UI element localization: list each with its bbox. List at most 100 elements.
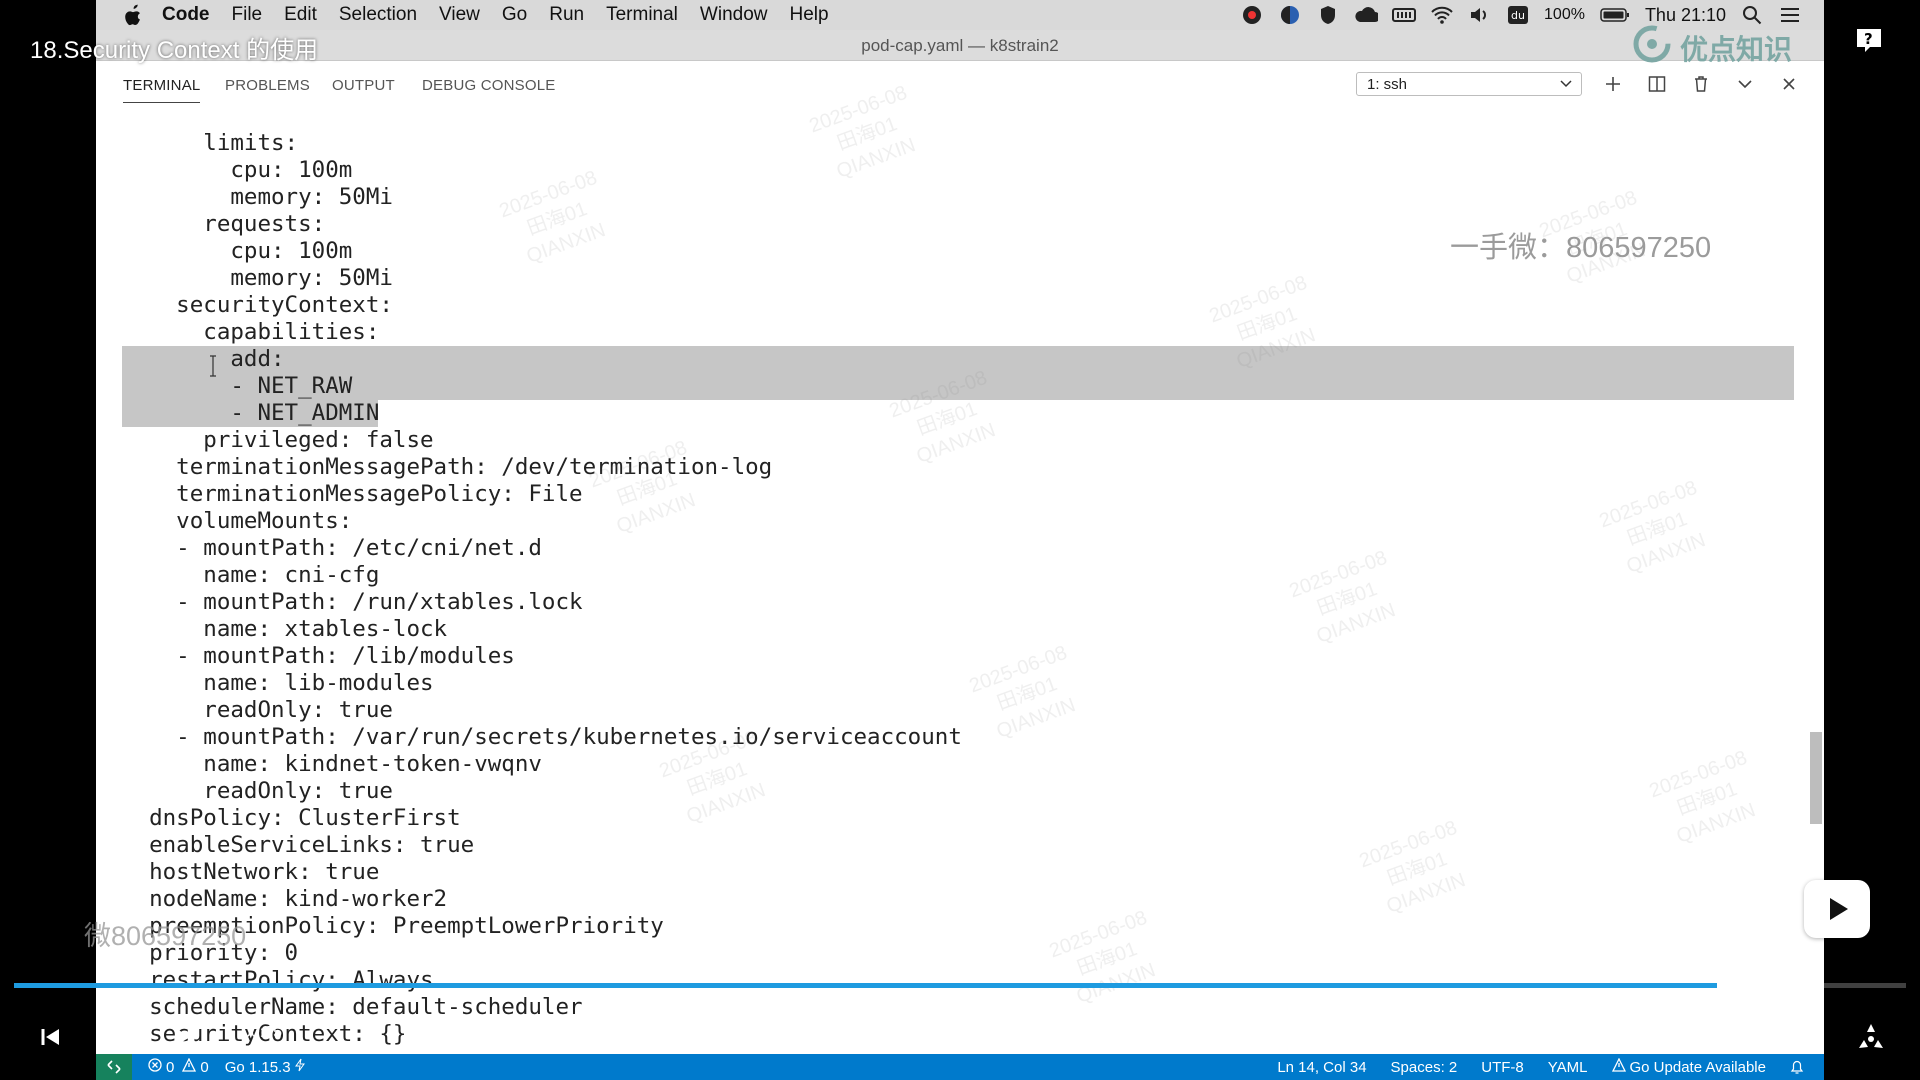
menu-view[interactable]: View [439, 4, 480, 26]
terminal-line: - NET_ADMIN [122, 400, 380, 426]
terminal-line: dnsPolicy: ClusterFirst [122, 805, 461, 831]
battery-icon[interactable] [1599, 5, 1631, 25]
danmaku-input[interactable]: 已关闭弹幕 [574, 1016, 1150, 1052]
du-app-icon[interactable]: du [1506, 5, 1530, 25]
trash-icon[interactable] [1688, 71, 1714, 97]
cloud-icon[interactable] [1354, 5, 1379, 25]
next-icon[interactable] [172, 1022, 200, 1052]
menu-run[interactable]: Run [549, 4, 584, 26]
window-titlebar: pod-cap.yaml — k8strain2 [96, 30, 1824, 61]
terminal-line: memory: 50Mi [122, 265, 393, 291]
terminal-line: - NET_RAW [122, 373, 353, 399]
apple-icon[interactable] [118, 0, 148, 30]
settings-gear-icon[interactable] [1720, 1022, 1752, 1052]
terminal-line: name: cni-cfg [122, 562, 380, 588]
terminal-line: volumeMounts: [122, 508, 353, 534]
panel-header: TERMINAL PROBLEMS OUTPUT DEBUG CONSOLE 1… [96, 61, 1824, 107]
record-icon[interactable] [1240, 5, 1264, 25]
menu-help[interactable]: Help [790, 4, 829, 26]
split-terminal-icon[interactable] [1644, 71, 1670, 97]
tab-debug-console[interactable]: DEBUG CONSOLE [422, 77, 555, 94]
tab-output[interactable]: OUTPUT [332, 77, 395, 94]
terminal-line: nodeName: kind-worker2 [122, 886, 448, 912]
terminal-content[interactable]: limits: cpu: 100m memory: 50Mi requests:… [96, 107, 1824, 1054]
terminal-line: preemptionPolicy: PreemptLowerPriority [122, 913, 664, 939]
terminal-line: readOnly: true [122, 697, 393, 723]
memory-icon[interactable] [1392, 5, 1417, 25]
control-center-icon[interactable] [1778, 5, 1802, 25]
danmaku-settings-icon[interactable] [532, 1022, 562, 1052]
menu-terminal[interactable]: Terminal [606, 4, 678, 26]
volume-icon[interactable] [1650, 1022, 1682, 1052]
battery-percent: 100% [1544, 6, 1585, 23]
terminal-line: terminationMessagePolicy: File [122, 481, 583, 507]
menu-file[interactable]: File [232, 4, 263, 26]
chevron-down-icon[interactable] [1732, 71, 1758, 97]
video-timecode: 00:05 [242, 1024, 283, 1041]
play-icon[interactable] [100, 1020, 134, 1054]
window-title: pod-cap.yaml — k8strain2 [861, 36, 1059, 55]
terminal-line: name: xtables-lock [122, 616, 448, 642]
menu-edit[interactable]: Edit [284, 4, 317, 26]
terminal-line: name: lib-modules [122, 670, 434, 696]
fullscreen-icon[interactable] [1854, 1020, 1888, 1054]
menu-app[interactable]: Code [162, 4, 210, 26]
terminal-line: limits: [122, 130, 299, 156]
terminal-line: name: kindnet-token-vwqnv [122, 751, 542, 777]
chevron-down-icon [1559, 76, 1573, 94]
half-circle-icon[interactable] [1278, 5, 1302, 25]
close-icon[interactable] [1776, 71, 1802, 97]
shield-icon[interactable] [1316, 5, 1340, 25]
episodes-button[interactable]: 选集 [1430, 1022, 1470, 1051]
terminal-select-value: 1: ssh [1367, 76, 1408, 93]
danmaku-send-button[interactable]: 发送 [1150, 1016, 1226, 1052]
terminal-line: capabilities: [122, 319, 380, 345]
speed-button[interactable]: 2.0x [1508, 1022, 1547, 1045]
terminal-line: memory: 50Mi [122, 184, 393, 210]
text-cursor-icon [210, 355, 216, 377]
menu-go[interactable]: Go [502, 4, 527, 26]
menu-window[interactable]: Window [700, 4, 768, 26]
terminal-line: cpu: 100m [122, 157, 353, 183]
video-title: 18.Security Context 的使用 [30, 37, 319, 64]
quality-button[interactable]: 1080P 高清 [1302, 1022, 1405, 1051]
terminal-line: readOnly: true [122, 778, 393, 804]
previous-icon[interactable] [36, 1022, 64, 1052]
brand-logo: 优点知识 [1632, 24, 1792, 71]
terminal-line: terminationMessagePath: /dev/termination… [122, 454, 773, 480]
terminal-line: - mountPath: /run/xtables.lock [122, 589, 583, 615]
terminal-line: hostNetwork: true [122, 859, 380, 885]
video-progress-bar[interactable] [14, 983, 1906, 988]
picture-in-picture-icon[interactable] [1788, 1022, 1822, 1052]
menu-selection[interactable]: Selection [339, 4, 417, 26]
scrollbar-thumb[interactable] [1810, 732, 1822, 824]
brand-logo-icon [1632, 24, 1672, 71]
help-icon[interactable]: ? [1854, 26, 1888, 60]
subtitle-off-icon[interactable] [1584, 1022, 1620, 1052]
terminal-select[interactable]: 1: ssh [1356, 72, 1582, 96]
play-icon [1830, 898, 1848, 920]
floating-play-button[interactable] [1804, 880, 1870, 938]
mac-menubar: Code File Edit Selection View Go Run Ter… [96, 0, 1824, 30]
wifi-icon[interactable] [1430, 5, 1454, 25]
volume-icon[interactable] [1468, 5, 1492, 25]
tab-problems[interactable]: PROBLEMS [225, 77, 310, 94]
terminal-line: enableServiceLinks: true [122, 832, 475, 858]
danmaku-icon[interactable] [486, 1022, 516, 1052]
menubar-status-area: du 100% Thu 21:10 [1240, 5, 1802, 26]
screen-capture: Code File Edit Selection View Go Run Ter… [96, 0, 1824, 1080]
menubar-clock[interactable]: Thu 21:10 [1645, 5, 1726, 26]
terminal-line: add: [122, 346, 285, 372]
wechat-overlay-text: 一手微：806597250 [1450, 232, 1712, 264]
terminal-line: - mountPath: /etc/cni/net.d [122, 535, 542, 561]
terminal-line: - mountPath: /lib/modules [122, 643, 515, 669]
terminal-line: restartPolicy: Always [122, 967, 434, 993]
search-icon[interactable] [1740, 5, 1764, 25]
add-terminal-icon[interactable] [1600, 71, 1626, 97]
terminal-text[interactable]: limits: cpu: 100m memory: 50Mi requests:… [122, 130, 962, 1048]
svg-text:du: du [1511, 9, 1525, 22]
tab-terminal[interactable]: TERMINAL [123, 77, 201, 103]
terminal-line: requests: [122, 211, 326, 237]
side-wechat-text: 微806597250 [84, 921, 247, 951]
svg-text:?: ? [1864, 30, 1873, 48]
